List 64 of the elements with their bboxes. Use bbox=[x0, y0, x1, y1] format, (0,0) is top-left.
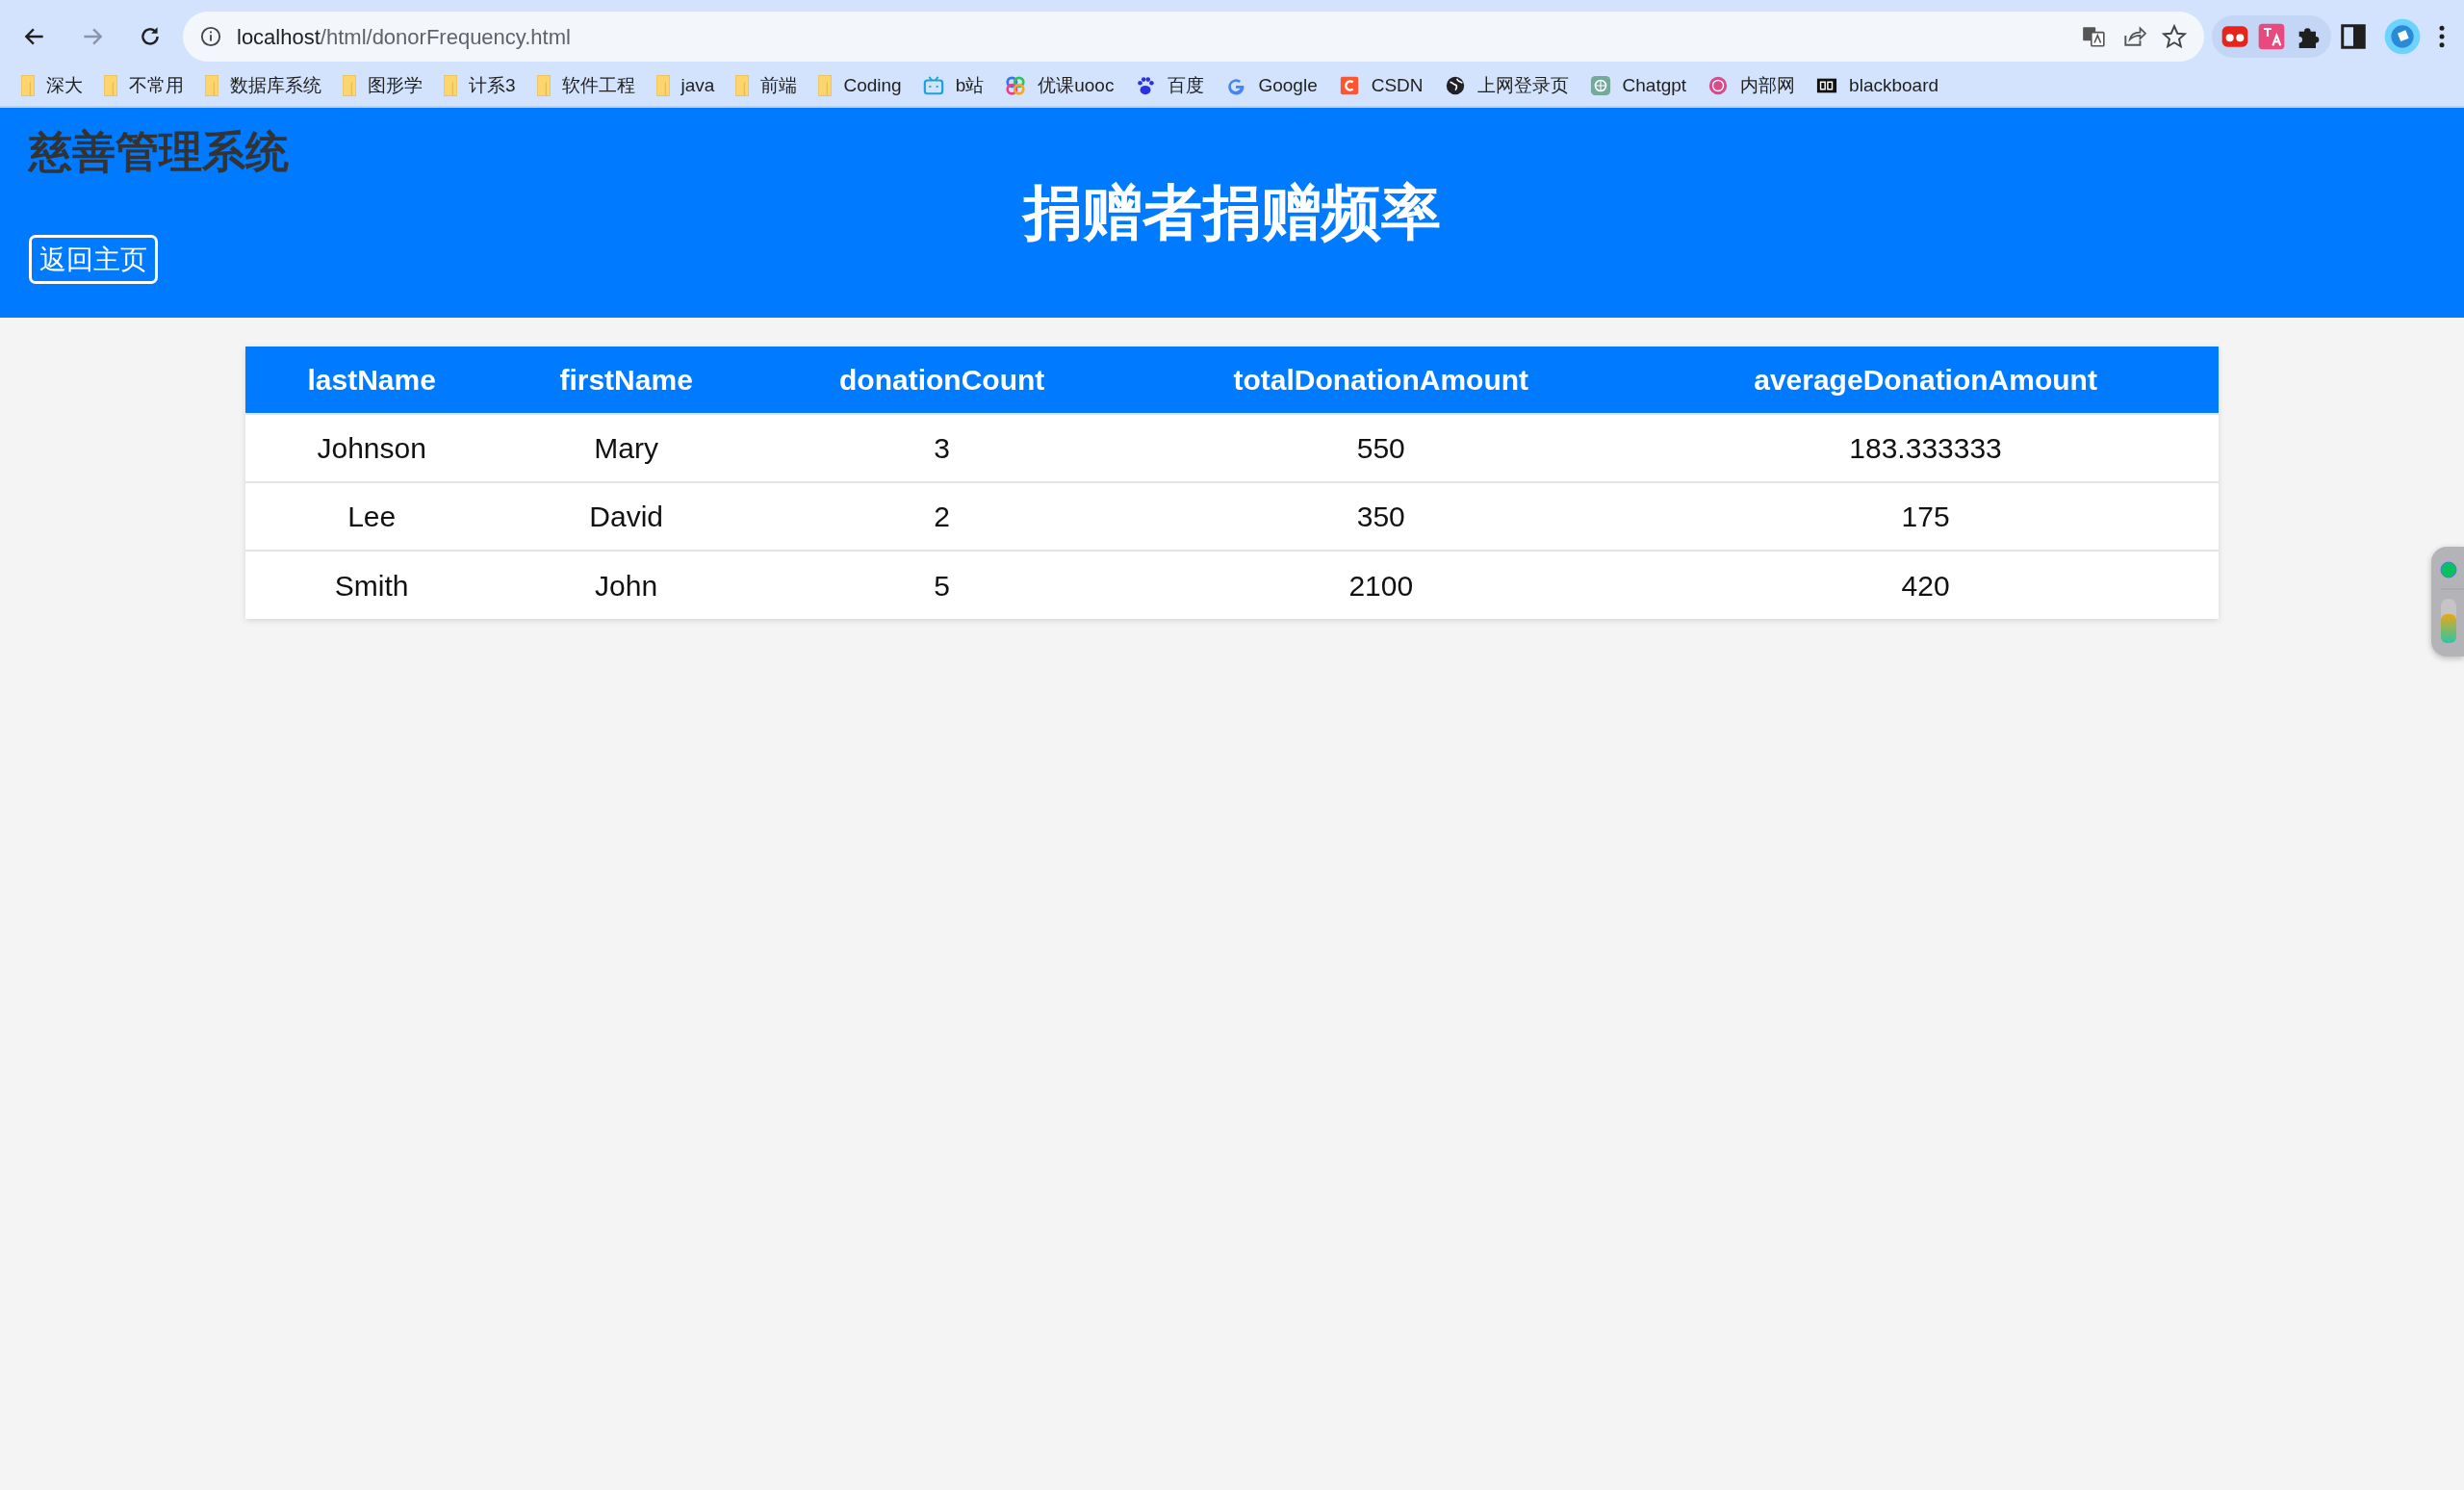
globe-icon bbox=[1444, 75, 1466, 96]
bookmark-item[interactable]: 内部网 bbox=[1707, 71, 1796, 100]
folder-icon bbox=[655, 75, 670, 96]
share-icon[interactable] bbox=[2121, 24, 2146, 49]
page-title: 捐赠者捐赠频率 bbox=[1023, 178, 1441, 247]
table-cell: 420 bbox=[1632, 551, 2219, 619]
table-cell: 3 bbox=[754, 414, 1130, 482]
column-header: totalDonationAmount bbox=[1129, 347, 1633, 414]
table-cell: 350 bbox=[1129, 482, 1633, 551]
table-cell: Lee bbox=[245, 482, 499, 551]
bookmark-item[interactable]: 计系3 bbox=[444, 71, 516, 100]
column-header: averageDonationAmount bbox=[1632, 347, 2219, 414]
profile-avatar-icon[interactable] bbox=[2383, 17, 2422, 56]
column-header: firstName bbox=[498, 347, 755, 414]
url-text: localhost/html/donorFrequency.html bbox=[237, 23, 571, 51]
table-cell: 2100 bbox=[1129, 551, 1633, 619]
bookmark-item[interactable]: Coding bbox=[818, 71, 902, 100]
side-panel-icon[interactable] bbox=[2339, 22, 2368, 51]
folder-icon bbox=[735, 75, 750, 96]
table-cell: Johnson bbox=[245, 414, 499, 482]
star-icon[interactable] bbox=[2162, 24, 2187, 49]
bookmark-item[interactable]: java bbox=[655, 71, 715, 100]
table-cell: 2 bbox=[754, 482, 1130, 551]
bookmark-item[interactable]: blackboard bbox=[1816, 71, 1939, 100]
table-cell: 550 bbox=[1129, 414, 1633, 482]
info-icon[interactable] bbox=[200, 26, 221, 47]
folder-icon bbox=[444, 75, 457, 96]
bookmark-item[interactable]: 数据库系统 bbox=[205, 71, 321, 100]
bookmark-item[interactable]: 百度 bbox=[1135, 71, 1205, 100]
bookmark-item[interactable]: Chatgpt bbox=[1589, 71, 1687, 100]
bookmark-item[interactable]: 不常用 bbox=[104, 71, 184, 100]
column-header: lastName bbox=[245, 347, 499, 414]
column-header: donationCount bbox=[754, 347, 1130, 414]
table-cell: 5 bbox=[754, 551, 1130, 619]
folder-icon bbox=[536, 75, 551, 96]
bookmark-item[interactable]: 上网登录页 bbox=[1444, 71, 1569, 100]
table-cell: 183.333333 bbox=[1632, 414, 2219, 482]
bookmark-item[interactable]: 优课uooc bbox=[1005, 71, 1115, 100]
bookmark-item[interactable]: 软件工程 bbox=[536, 71, 635, 100]
translate-icon[interactable] bbox=[2081, 24, 2106, 49]
knot-icon bbox=[1005, 75, 1027, 96]
folder-icon bbox=[205, 75, 218, 96]
tv-icon bbox=[922, 75, 944, 96]
table-cell: 175 bbox=[1632, 482, 2219, 551]
bookmark-item[interactable]: b站 bbox=[922, 71, 985, 100]
folder-icon bbox=[818, 75, 833, 96]
address-bar[interactable]: localhost/html/donorFrequency.html bbox=[183, 12, 2204, 62]
bookmark-item[interactable]: 深大 bbox=[21, 71, 83, 100]
bookmark-item[interactable]: CSDN bbox=[1338, 71, 1424, 100]
table-cell: Mary bbox=[498, 414, 755, 482]
table-cell: David bbox=[498, 482, 755, 551]
folder-icon bbox=[343, 75, 356, 96]
table-cell: Smith bbox=[245, 551, 499, 619]
folder-icon bbox=[21, 75, 35, 96]
site-brand: 慈善管理系统 bbox=[29, 127, 290, 177]
back-home-button[interactable]: 返回主页 bbox=[29, 234, 158, 285]
bookmark-item[interactable]: 图形学 bbox=[343, 71, 423, 100]
bookmark-item[interactable]: Google bbox=[1225, 71, 1318, 100]
folder-icon bbox=[104, 75, 117, 96]
bookmark-item[interactable]: 前端 bbox=[735, 71, 798, 100]
table-cell: John bbox=[498, 551, 755, 619]
paw-icon bbox=[1135, 75, 1157, 96]
c-logo-icon bbox=[1338, 75, 1360, 96]
extension-icon[interactable] bbox=[2256, 21, 2287, 52]
